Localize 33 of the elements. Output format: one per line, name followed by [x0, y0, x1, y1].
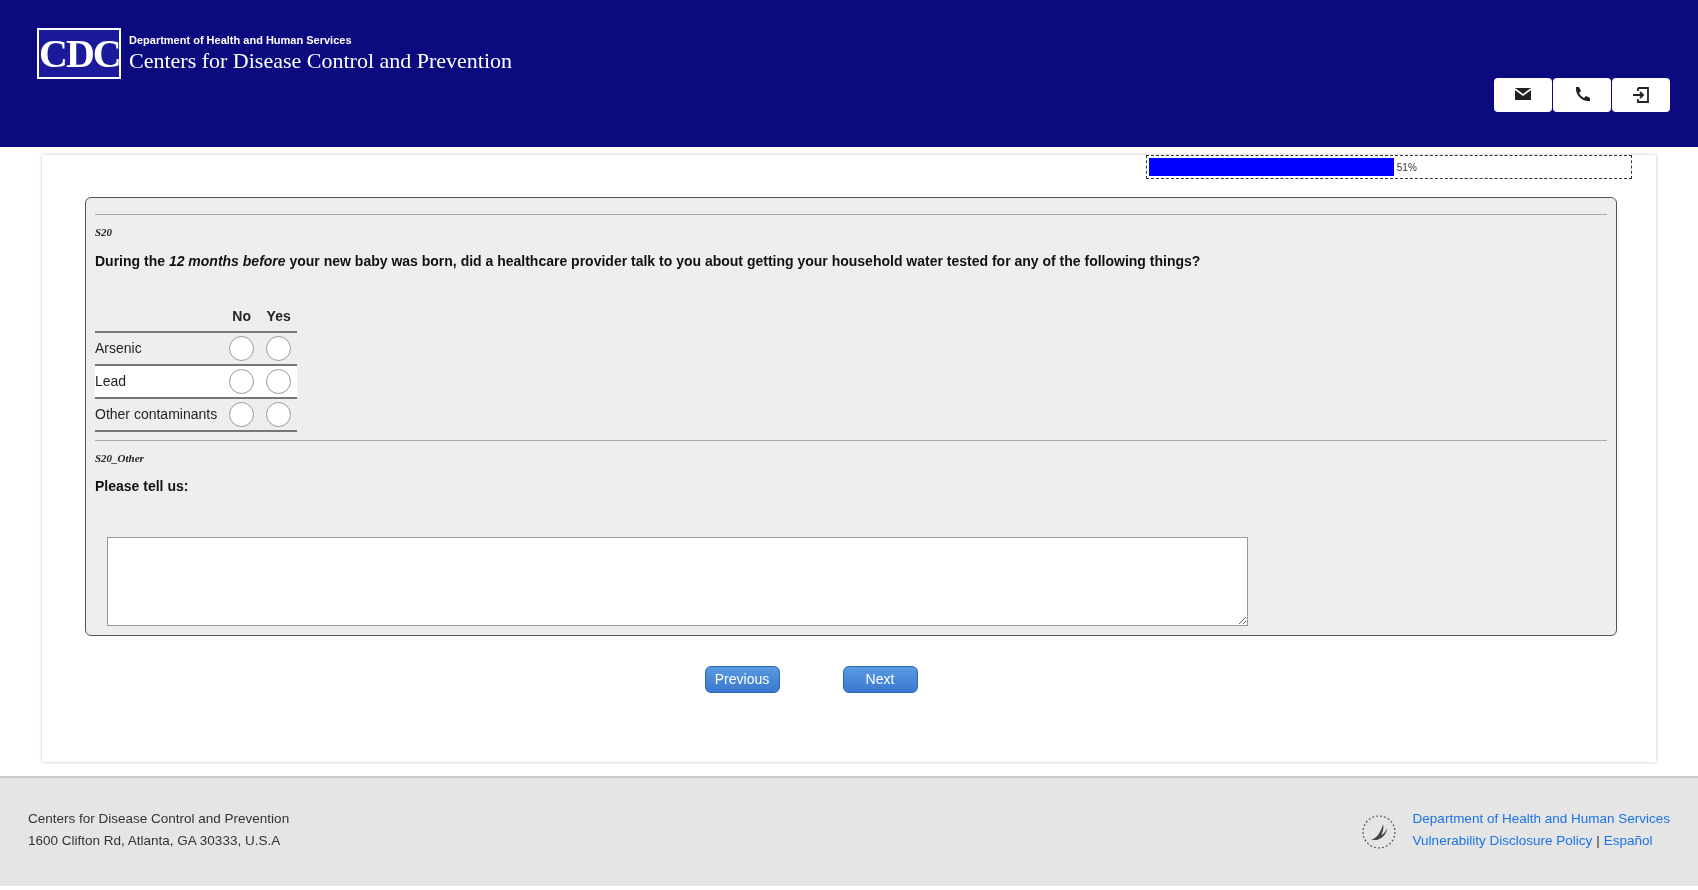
progress-reading: 51%	[1396, 160, 1417, 175]
footer-link[interactable]: Español	[1603, 832, 1653, 848]
phone-button[interactable]	[1553, 78, 1611, 112]
footer-link[interactable]: Department of Health and Human Services	[1412, 808, 1670, 830]
exit-icon	[1631, 85, 1651, 105]
hhs-eagle-icon	[1360, 814, 1397, 850]
agency-parent-name: Department of Health and Human Services	[129, 33, 353, 48]
exit-button[interactable]	[1612, 78, 1670, 112]
next-button[interactable]: Next	[842, 666, 918, 693]
answer-field[interactable]	[107, 537, 1248, 626]
radio-button[interactable]	[266, 368, 292, 394]
footer-address-line: Centers for Disease Control and Prevention	[28, 810, 290, 828]
question-code: S20	[95, 225, 114, 240]
row-label: Lead	[95, 372, 127, 389]
radio-button[interactable]	[229, 401, 255, 427]
agency-name: Centers for Disease Control and Prevention	[129, 48, 513, 73]
row-label: Other contaminants	[95, 405, 218, 422]
question-text: During the 12 months before your new baby was born, did a healthcare provider talk to you about getting your household water tested for any of the following things?	[95, 251, 1202, 271]
row-label: Arsenic	[95, 339, 142, 356]
footer-link[interactable]: Vulnerability Disclosure Policy	[1412, 832, 1593, 848]
radio-button[interactable]	[266, 335, 292, 361]
previous-button[interactable]: Previous	[704, 666, 780, 693]
link-separator: |	[1596, 832, 1600, 848]
radio-button[interactable]	[229, 368, 255, 394]
radio-button[interactable]	[266, 401, 292, 427]
question-text: Please tell us:	[95, 477, 190, 496]
email-button[interactable]	[1494, 78, 1552, 112]
cdc-logo: CDC	[37, 28, 121, 79]
radio-button[interactable]	[229, 335, 255, 361]
question-code: S20_Other	[95, 450, 145, 466]
column-header: Yes	[260, 301, 298, 332]
column-header: No	[223, 301, 261, 332]
footer-address-line: 1600 Clifton Rd, Atlanta, GA 30333, U.S.A	[28, 831, 282, 850]
